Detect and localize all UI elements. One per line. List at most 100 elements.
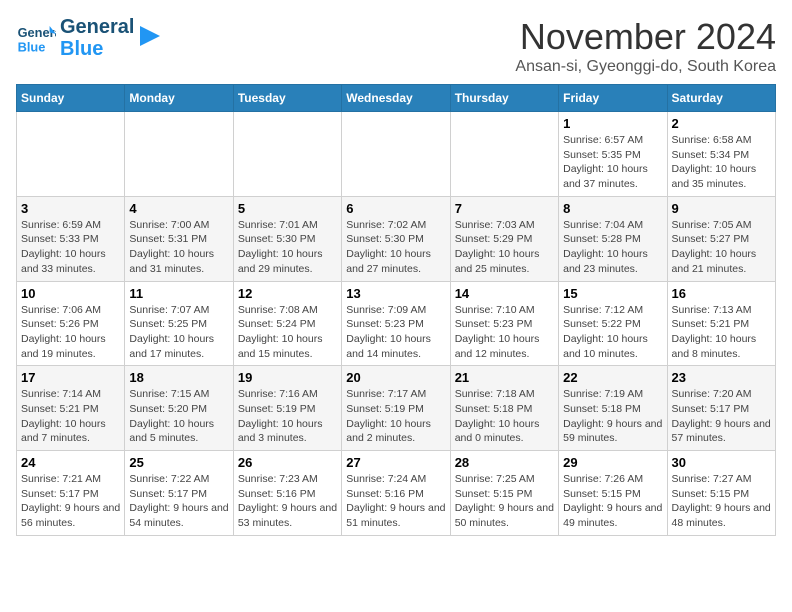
calendar-week-row: 10 Sunrise: 7:06 AMSunset: 5:26 PMDayligh…: [17, 281, 776, 366]
day-info: Sunrise: 7:10 AMSunset: 5:23 PMDaylight:…: [455, 303, 554, 362]
calendar-table: SundayMondayTuesdayWednesdayThursdayFrid…: [16, 84, 776, 536]
day-info: Sunrise: 7:17 AMSunset: 5:19 PMDaylight:…: [346, 387, 445, 446]
day-info: Sunrise: 7:08 AMSunset: 5:24 PMDaylight:…: [238, 303, 337, 362]
calendar-cell: 2Sunrise: 6:58 AMSunset: 5:34 PMDaylight…: [667, 112, 775, 197]
day-info: Sunrise: 7:24 AMSunset: 5:16 PMDaylight:…: [346, 472, 445, 531]
day-info: Sunrise: 7:16 AMSunset: 5:19 PMDaylight:…: [238, 387, 337, 446]
logo-general-text: General: [60, 16, 134, 38]
day-info: Sunrise: 7:26 AMSunset: 5:15 PMDaylight:…: [563, 472, 662, 531]
day-info: Sunrise: 7:15 AMSunset: 5:20 PMDaylight:…: [129, 387, 228, 446]
day-info: Sunrise: 7:02 AMSunset: 5:30 PMDaylight:…: [346, 218, 445, 277]
day-info: Sunrise: 6:59 AMSunset: 5:33 PMDaylight:…: [21, 218, 120, 277]
calendar-cell: 6 Sunrise: 7:02 AMSunset: 5:30 PMDaylight…: [342, 196, 450, 281]
calendar-cell: 19 Sunrise: 7:16 AMSunset: 5:19 PMDayligh…: [233, 366, 341, 451]
calendar-cell: 27Sunrise: 7:24 AMSunset: 5:16 PMDayligh…: [342, 451, 450, 536]
day-number: 6: [346, 201, 445, 216]
day-number: 22: [563, 370, 662, 385]
calendar-cell: 20 Sunrise: 7:17 AMSunset: 5:19 PMDayligh…: [342, 366, 450, 451]
day-info: Sunrise: 7:23 AMSunset: 5:16 PMDaylight:…: [238, 472, 337, 531]
calendar-cell: 16Sunrise: 7:13 AMSunset: 5:21 PMDayligh…: [667, 281, 775, 366]
day-number: 12: [238, 286, 337, 301]
day-number: 2: [672, 116, 771, 131]
day-info: Sunrise: 7:01 AMSunset: 5:30 PMDaylight:…: [238, 218, 337, 277]
day-number: 26: [238, 455, 337, 470]
calendar-header-row: SundayMondayTuesdayWednesdayThursdayFrid…: [17, 85, 776, 112]
day-info: Sunrise: 7:21 AMSunset: 5:17 PMDaylight:…: [21, 472, 120, 531]
day-number: 30: [672, 455, 771, 470]
day-info: Sunrise: 7:03 AMSunset: 5:29 PMDaylight:…: [455, 218, 554, 277]
day-info: Sunrise: 7:12 AMSunset: 5:22 PMDaylight:…: [563, 303, 662, 362]
calendar-cell: 28 Sunrise: 7:25 AMSunset: 5:15 PMDayligh…: [450, 451, 558, 536]
day-number: 5: [238, 201, 337, 216]
calendar-cell: [342, 112, 450, 197]
calendar-cell: [450, 112, 558, 197]
calendar-week-row: 24 Sunrise: 7:21 AMSunset: 5:17 PMDayligh…: [17, 451, 776, 536]
day-number: 24: [21, 455, 120, 470]
calendar-cell: 18 Sunrise: 7:15 AMSunset: 5:20 PMDayligh…: [125, 366, 233, 451]
day-info: Sunrise: 7:00 AMSunset: 5:31 PMDaylight:…: [129, 218, 228, 277]
day-number: 29: [563, 455, 662, 470]
day-info: Sunrise: 7:25 AMSunset: 5:15 PMDaylight:…: [455, 472, 554, 531]
calendar-cell: 29 Sunrise: 7:26 AMSunset: 5:15 PMDayligh…: [559, 451, 667, 536]
column-header-wednesday: Wednesday: [342, 85, 450, 112]
day-number: 17: [21, 370, 120, 385]
logo-blue-text: Blue: [60, 38, 134, 60]
day-number: 13: [346, 286, 445, 301]
calendar-cell: [233, 112, 341, 197]
calendar-cell: 3 Sunrise: 6:59 AMSunset: 5:33 PMDaylight…: [17, 196, 125, 281]
day-info: Sunrise: 7:18 AMSunset: 5:18 PMDaylight:…: [455, 387, 554, 446]
calendar-week-row: 17 Sunrise: 7:14 AMSunset: 5:21 PMDayligh…: [17, 366, 776, 451]
day-info: Sunrise: 7:27 AMSunset: 5:15 PMDaylight:…: [672, 472, 771, 531]
day-info: Sunrise: 7:06 AMSunset: 5:26 PMDaylight:…: [21, 303, 120, 362]
calendar-cell: 21 Sunrise: 7:18 AMSunset: 5:18 PMDayligh…: [450, 366, 558, 451]
calendar-cell: 17 Sunrise: 7:14 AMSunset: 5:21 PMDayligh…: [17, 366, 125, 451]
calendar-week-row: 1 Sunrise: 6:57 AMSunset: 5:35 PMDaylight…: [17, 112, 776, 197]
day-number: 25: [129, 455, 228, 470]
day-number: 11: [129, 286, 228, 301]
day-info: Sunrise: 7:04 AMSunset: 5:28 PMDaylight:…: [563, 218, 662, 277]
day-info: Sunrise: 6:57 AMSunset: 5:35 PMDaylight:…: [563, 133, 662, 192]
day-number: 15: [563, 286, 662, 301]
calendar-cell: [17, 112, 125, 197]
column-header-friday: Friday: [559, 85, 667, 112]
day-number: 20: [346, 370, 445, 385]
day-number: 19: [238, 370, 337, 385]
day-number: 3: [21, 201, 120, 216]
day-number: 28: [455, 455, 554, 470]
calendar-cell: 25Sunrise: 7:22 AMSunset: 5:17 PMDayligh…: [125, 451, 233, 536]
calendar-cell: 7 Sunrise: 7:03 AMSunset: 5:29 PMDaylight…: [450, 196, 558, 281]
month-title: November 2024: [515, 16, 776, 58]
calendar-cell: 12 Sunrise: 7:08 AMSunset: 5:24 PMDayligh…: [233, 281, 341, 366]
calendar-cell: 11Sunrise: 7:07 AMSunset: 5:25 PMDayligh…: [125, 281, 233, 366]
calendar-cell: 30 Sunrise: 7:27 AMSunset: 5:15 PMDayligh…: [667, 451, 775, 536]
day-info: Sunrise: 7:13 AMSunset: 5:21 PMDaylight:…: [672, 303, 771, 362]
svg-text:Blue: Blue: [18, 40, 46, 55]
day-info: Sunrise: 7:14 AMSunset: 5:21 PMDaylight:…: [21, 387, 120, 446]
day-number: 21: [455, 370, 554, 385]
day-number: 1: [563, 116, 662, 131]
calendar-cell: 15 Sunrise: 7:12 AMSunset: 5:22 PMDayligh…: [559, 281, 667, 366]
logo-arrow-icon: [136, 22, 164, 50]
logo: General Blue General Blue: [16, 16, 164, 60]
title-section: November 2024 Ansan-si, Gyeonggi-do, Sou…: [515, 16, 776, 76]
day-info: Sunrise: 7:20 AMSunset: 5:17 PMDaylight:…: [672, 387, 771, 446]
calendar-cell: 23Sunrise: 7:20 AMSunset: 5:17 PMDayligh…: [667, 366, 775, 451]
day-number: 14: [455, 286, 554, 301]
day-info: Sunrise: 7:19 AMSunset: 5:18 PMDaylight:…: [563, 387, 662, 446]
day-number: 10: [21, 286, 120, 301]
calendar-week-row: 3 Sunrise: 6:59 AMSunset: 5:33 PMDaylight…: [17, 196, 776, 281]
calendar-cell: 22 Sunrise: 7:19 AMSunset: 5:18 PMDayligh…: [559, 366, 667, 451]
calendar-cell: 24 Sunrise: 7:21 AMSunset: 5:17 PMDayligh…: [17, 451, 125, 536]
location-subtitle: Ansan-si, Gyeonggi-do, South Korea: [515, 58, 776, 76]
column-header-monday: Monday: [125, 85, 233, 112]
calendar-cell: 9Sunrise: 7:05 AMSunset: 5:27 PMDaylight…: [667, 196, 775, 281]
calendar-cell: 4Sunrise: 7:00 AMSunset: 5:31 PMDaylight…: [125, 196, 233, 281]
calendar-cell: 10 Sunrise: 7:06 AMSunset: 5:26 PMDayligh…: [17, 281, 125, 366]
page-header: General Blue General Blue November 2024 …: [16, 16, 776, 76]
day-number: 7: [455, 201, 554, 216]
logo-icon: General Blue: [16, 18, 56, 58]
calendar-cell: 8Sunrise: 7:04 AMSunset: 5:28 PMDaylight…: [559, 196, 667, 281]
day-number: 18: [129, 370, 228, 385]
calendar-cell: 1 Sunrise: 6:57 AMSunset: 5:35 PMDaylight…: [559, 112, 667, 197]
column-header-saturday: Saturday: [667, 85, 775, 112]
